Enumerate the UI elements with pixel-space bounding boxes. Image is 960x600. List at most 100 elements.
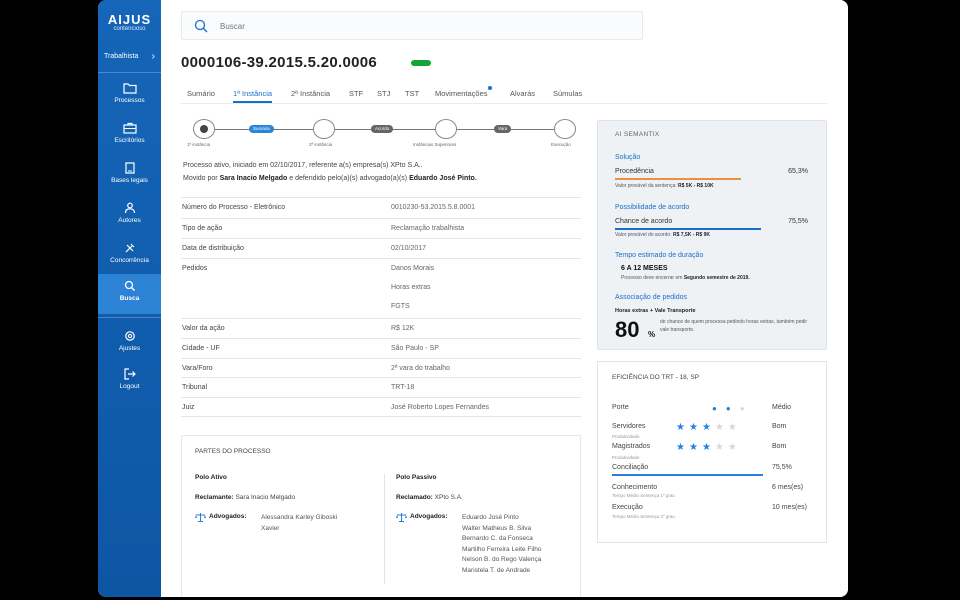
star-icon: ★ [714, 442, 728, 453]
porte-row: Porte ●●● Médio [612, 404, 812, 413]
nav-item-logout[interactable]: Logout [98, 366, 161, 398]
nav-label: Processos [114, 97, 145, 104]
metric-value: Bom [772, 443, 787, 450]
advogado-name: Xavier [261, 524, 280, 532]
sub-text: Valor provável do acordo: [615, 232, 672, 238]
sub-text: Valor provável da sentença: [615, 183, 677, 189]
timeline-label: Instâncias Superiores [413, 142, 457, 147]
tab-stf[interactable]: STF [349, 89, 363, 98]
nav-label: Ajustes [118, 345, 141, 352]
detail-row: Juiz José Roberto Lopes Fernandes [181, 397, 581, 417]
associacao-big-number: 80 [615, 317, 640, 342]
detail-label: Data de distribuição [182, 245, 244, 252]
star-icon: ★ [701, 422, 715, 433]
logo: AIJUS contencioso [98, 12, 161, 32]
metric-label: Servidores [612, 423, 646, 430]
nav-item-concorrencia[interactable]: Concorrência [98, 240, 161, 272]
detail-value: Danos Morais [391, 265, 435, 272]
timeline-transition: Acordo [371, 125, 394, 133]
detail-value: 2ª vara do trabalho [391, 365, 451, 372]
advogados-label: Advogados: [410, 513, 448, 520]
timeline-node-4[interactable] [554, 119, 576, 139]
timeline-transition: Sumaria [249, 125, 274, 133]
tab-stj[interactable]: STJ [377, 89, 390, 98]
star-icon: ★ [676, 442, 689, 453]
advogados-ativo: Advogados: Alessandra Karley Giboski Xav… [195, 513, 375, 537]
nav-item-escritorios[interactable]: Escritórios [98, 120, 161, 152]
metric-value: 65,3% [788, 168, 808, 175]
advogado-name: Maristela T. de Andrade [462, 566, 531, 574]
nav-item-autores[interactable]: Autores [98, 200, 161, 232]
metric-label: Execução [612, 504, 643, 511]
conciliacao-bar [612, 474, 763, 476]
search-icon [124, 280, 135, 292]
detail-label: Valor da ação [182, 325, 225, 332]
tab-alvaras[interactable]: Alvarás [510, 89, 535, 98]
tab-movimentacoes[interactable]: Movimentações [435, 86, 492, 98]
detail-row: Data de distribuição 02/10/2017 [181, 238, 581, 258]
section-heading: Tempo estimado de duração [615, 252, 704, 259]
nav-item-ajustes[interactable]: Ajustes [98, 328, 161, 360]
detail-value: R$ 12K [391, 325, 415, 332]
detail-label: Juiz [182, 404, 195, 411]
metric-sub: Tempo Médio Sentença 2º grau [612, 514, 675, 519]
polo-passivo: Polo Passivo Reclamado: XPto S.A. Advoga… [396, 474, 576, 579]
associacao-percent: % [648, 330, 656, 339]
star-icon: ★ [714, 422, 728, 433]
timeline-node-2[interactable] [313, 119, 335, 139]
logout-icon [123, 368, 136, 380]
logo-sub: contencioso [113, 26, 146, 32]
detail-row: Valor da ação R$ 12K [181, 318, 581, 338]
tab-1a-instancia[interactable]: 1ª Instância [233, 89, 273, 103]
tab-sumulas[interactable]: Súmulas [553, 89, 582, 98]
metric-label: Conhecimento [612, 484, 658, 491]
scale-icon [195, 513, 206, 522]
tab-tst[interactable]: TST [405, 89, 419, 98]
tab-sumario[interactable]: Sumário [187, 89, 215, 98]
timeline-node-3[interactable] [435, 119, 457, 139]
acordo-bar [615, 228, 761, 230]
area-selector[interactable]: Trabalhista › [98, 48, 161, 66]
detail-row: Vara/Foro 2ª vara do trabalho [181, 358, 581, 377]
level-dot: ● [739, 404, 754, 413]
metric-label: Chance de acordo [615, 218, 673, 225]
nav-label: Logout [119, 383, 140, 390]
sub-value: R$ 7,5K - R$ 9K [673, 232, 710, 238]
sub-value: Segundo semestre de 2019. [683, 275, 750, 281]
metric-sub: Processo deve encerrar em Segundo semest… [615, 275, 750, 281]
nav-item-busca[interactable]: Busca [98, 274, 161, 314]
search-input[interactable] [220, 18, 620, 34]
section-heading: Possibilidade de acordo [615, 204, 690, 211]
advogados-label: Advogados: [209, 513, 247, 520]
metric-sub: Produtividade [612, 434, 640, 439]
detail-label: Pedidos [182, 265, 208, 272]
timeline-node-1[interactable] [193, 119, 215, 139]
metric-sub: Produtividade [612, 455, 640, 460]
nav-item-bases-legais[interactable]: Bases legais [98, 160, 161, 192]
star-icon: ★ [727, 422, 741, 433]
detail-row: Pedidos Danos Morais Horas extras FGTS [181, 258, 581, 318]
metric-sub: Valor provável da sentença: R$ 5K - R$ 1… [615, 183, 714, 189]
nav-item-processos[interactable]: Processos [98, 80, 161, 112]
eficiencia-panel: EFICIÊNCIA DO TRT - 18, SP Porte ●●● Méd… [597, 361, 827, 543]
sidebar: AIJUS contencioso Trabalhista › Processo… [98, 0, 161, 597]
logo-main: AIJUS [107, 12, 152, 27]
process-summary: Processo ativo, iniciado em 02/10/2017, … [183, 160, 477, 185]
detail-value: 0010230-53.2015.5.8.0001 [391, 204, 476, 211]
advogados-passivo: Advogados: Eduardo José Pinto Walter Mat… [396, 513, 576, 579]
gear-icon [124, 331, 135, 341]
detail-value: TRT-18 [391, 384, 415, 391]
search-bar[interactable] [181, 11, 643, 40]
instance-timeline: Sumaria Acordo Vara 1ª instância 2ª inst… [181, 118, 581, 150]
procedencia-row: Procedência 65,3% [615, 168, 808, 175]
star-icon: ★ [688, 442, 702, 453]
metric-label: Procedência [615, 168, 654, 175]
nav-label: Bases legais [111, 177, 148, 184]
sub-text: Processo deve encerrar em [621, 275, 683, 281]
tab-2a-instancia[interactable]: 2ª Instância [291, 89, 330, 98]
metric-label: Porte [612, 404, 629, 411]
procedencia-bar [615, 178, 742, 180]
divider [98, 317, 161, 318]
party-label: Reclamante: [195, 494, 234, 501]
app-window: AIJUS contencioso Trabalhista › Processo… [98, 0, 848, 597]
